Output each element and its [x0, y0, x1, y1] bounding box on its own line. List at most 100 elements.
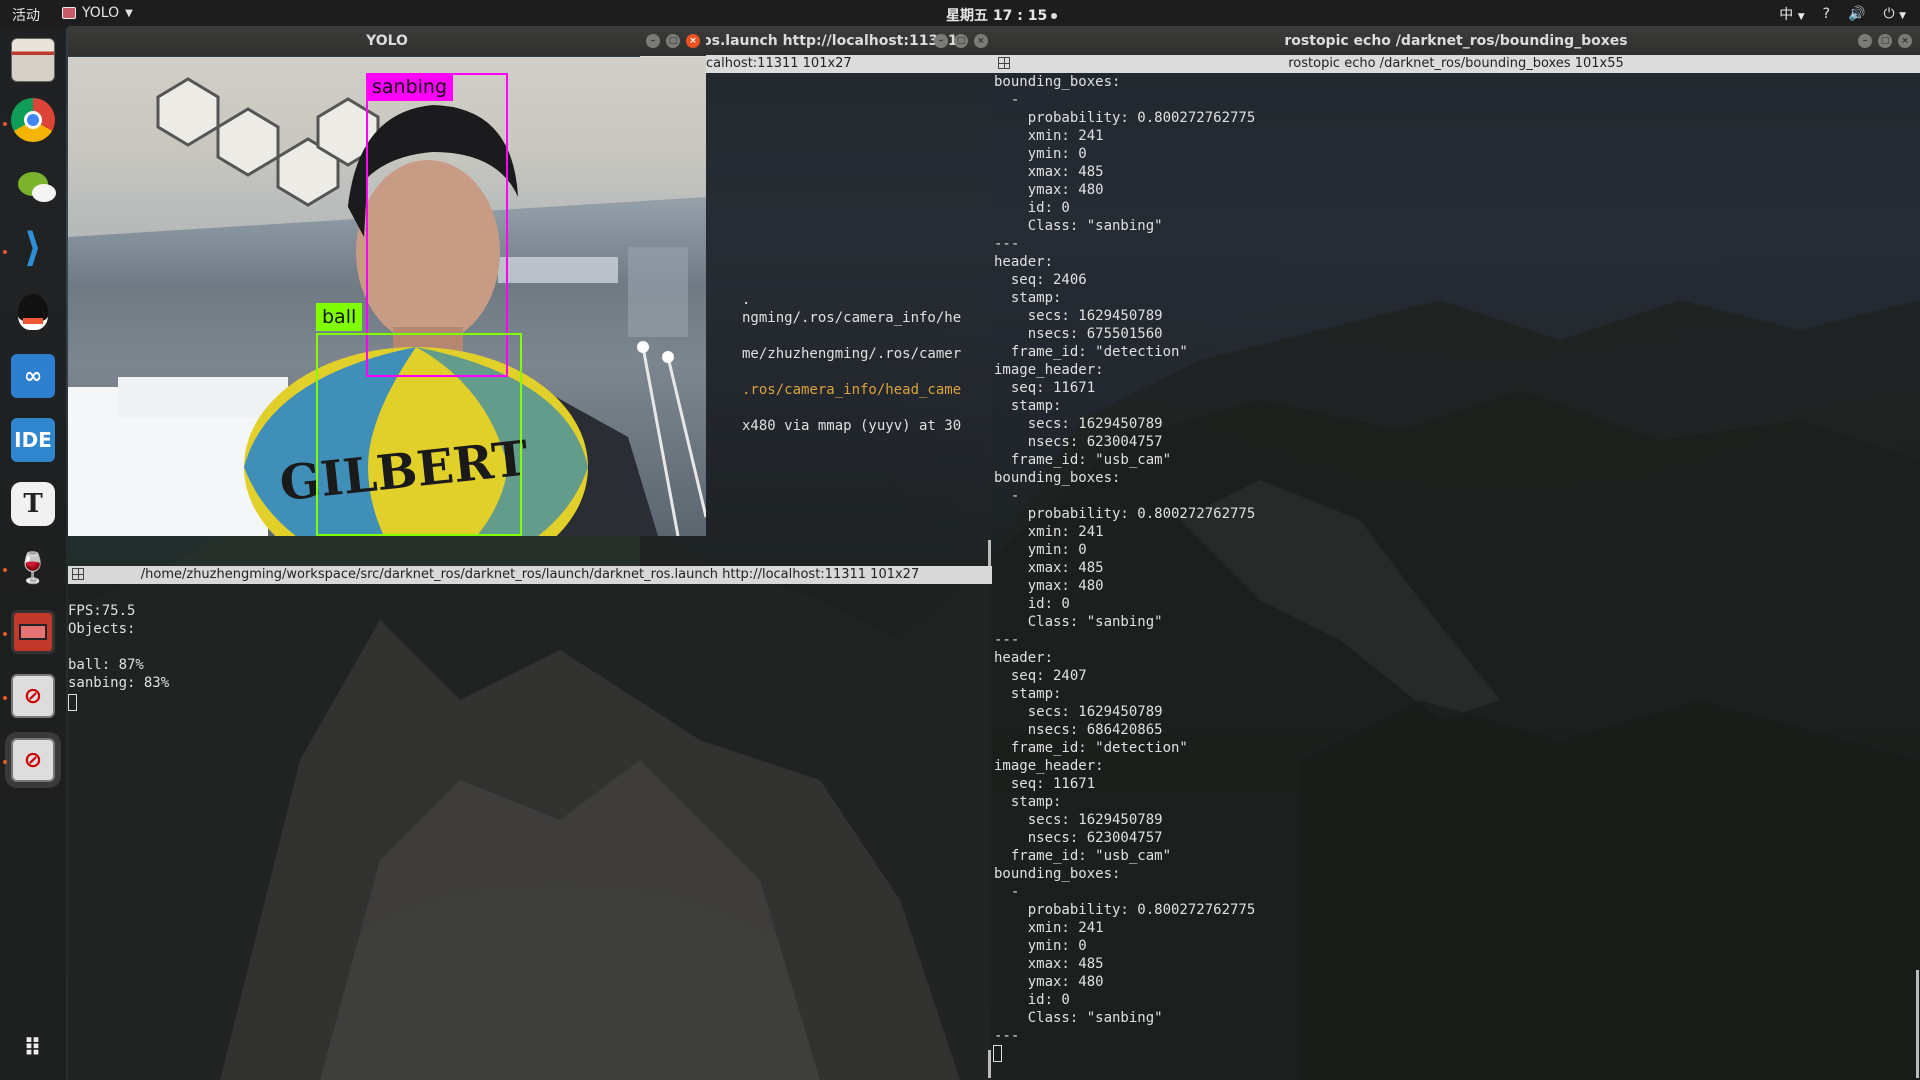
- terminal-line: x480 via mmap (yuyv) at 30: [742, 418, 962, 434]
- running-indicator: [3, 122, 7, 126]
- terminal-line: frame_id: "detection": [994, 344, 1188, 360]
- terminal-line: Class: "sanbing": [994, 218, 1163, 234]
- terminal-line: stamp:: [994, 686, 1062, 702]
- terminal-line: frame_id: "usb_cam": [994, 848, 1172, 864]
- terminal-line: Class: "sanbing": [994, 1010, 1163, 1026]
- yolo-window-titlebar[interactable]: YOLO – □ ×: [68, 26, 706, 56]
- terminal-line: header:: [994, 254, 1054, 270]
- terminal-line: secs: 1629450789: [994, 308, 1163, 324]
- echo-window-titlebar[interactable]: rostopic echo /darknet_ros/bounding_boxe…: [992, 26, 1920, 56]
- fps-terminal-tab-title: /home/zhuzhengming/workspace/src/darknet…: [140, 567, 920, 582]
- activities-button[interactable]: 活动: [12, 5, 40, 25]
- maximize-button[interactable]: □: [1878, 34, 1892, 48]
- terminal-line: xmax: 485: [994, 560, 1104, 576]
- notification-dot: [1051, 13, 1058, 19]
- terminal-line: seq: 2407: [994, 668, 1087, 684]
- terminal-line: ---: [994, 632, 1020, 648]
- detection-box-ball: [316, 333, 522, 536]
- terminal-line: bounding_boxes:: [994, 470, 1121, 486]
- typora-icon[interactable]: T: [11, 482, 55, 526]
- echo-terminal-tab[interactable]: rostopic echo /darknet_ros/bounding_boxe…: [992, 55, 1920, 73]
- qq-icon[interactable]: [11, 290, 55, 334]
- echo-window-title: rostopic echo /darknet_ros/bounding_boxe…: [1284, 33, 1628, 49]
- terminal-line: ymax: 480: [994, 578, 1104, 594]
- wine-icon[interactable]: 🍷: [11, 546, 55, 590]
- terminal-line: nsecs: 623004757: [994, 830, 1163, 846]
- terminal-line: bounding_boxes:: [994, 866, 1121, 882]
- terminal-line: frame_id: "detection": [994, 740, 1188, 756]
- terminal-line: FPS:75.5: [68, 603, 136, 619]
- close-button[interactable]: ×: [1898, 34, 1912, 48]
- terminal-line: probability: 0.800272762775: [994, 902, 1256, 918]
- terminal-line: id: 0: [994, 596, 1070, 612]
- minimize-button[interactable]: –: [1858, 34, 1872, 48]
- terminal-line: .: [742, 292, 751, 308]
- fps-terminal-tab[interactable]: /home/zhuzhengming/workspace/src/darknet…: [68, 566, 992, 584]
- blocked-app-icon-2[interactable]: ⊘: [11, 738, 55, 782]
- terminal-line: stamp:: [994, 290, 1062, 306]
- new-tab-icon[interactable]: [998, 57, 1010, 69]
- blocked-app-icon[interactable]: ⊘: [11, 674, 55, 718]
- app-grid-icon[interactable]: ⠿: [11, 1026, 55, 1070]
- minimize-button[interactable]: –: [646, 34, 660, 48]
- detection-label-ball: ball: [316, 303, 363, 331]
- terminal-cursor: [68, 694, 77, 711]
- terminal-line: nsecs: 623004757: [994, 434, 1163, 450]
- terminal-line: ymin: 0: [994, 146, 1087, 162]
- cloud-icon[interactable]: ∞: [11, 354, 55, 398]
- chrome-icon[interactable]: [11, 98, 55, 142]
- dock: ⟩ ∞ IDE T 🍷 ⊘ ⊘ ⠿: [0, 28, 66, 1080]
- terminal-line: seq: 11671: [994, 776, 1096, 792]
- terminal-line: me/zhuzhengming/.ros/camer: [742, 346, 962, 362]
- ide-icon[interactable]: IDE: [11, 418, 55, 462]
- terminal-line: secs: 1629450789: [994, 812, 1163, 828]
- terminal-line: probability: 0.800272762775: [994, 110, 1256, 126]
- terminal-line: image_header:: [994, 362, 1104, 378]
- detection-box-sanbing: [366, 73, 508, 377]
- terminal-line: probability: 0.800272762775: [994, 506, 1256, 522]
- app-menu[interactable]: YOLO ▼: [62, 5, 133, 21]
- echo-terminal-output[interactable]: bounding_boxes: - probability: 0.8002727…: [992, 73, 1920, 1080]
- input-method-label: 中: [1779, 7, 1794, 23]
- terminal-line: -: [994, 92, 1020, 108]
- terminal-line: seq: 2406: [994, 272, 1087, 288]
- scrollbar[interactable]: [1916, 970, 1919, 1078]
- running-indicator: [3, 250, 7, 254]
- help-icon[interactable]: ?: [1823, 6, 1830, 22]
- close-button[interactable]: ×: [974, 34, 988, 48]
- power-icon[interactable]: ⏻ ▼: [1884, 6, 1906, 22]
- terminal-line: Objects:: [68, 621, 136, 637]
- new-tab-icon[interactable]: [72, 568, 84, 580]
- terminal-line: -: [994, 884, 1020, 900]
- minimize-button[interactable]: –: [934, 34, 948, 48]
- terminal-line: ymax: 480: [994, 182, 1104, 198]
- camera-frame: GILBERT sanbing ball: [68, 57, 706, 536]
- close-button[interactable]: ×: [686, 34, 700, 48]
- maximize-button[interactable]: □: [666, 34, 680, 48]
- scrollbar[interactable]: [988, 1050, 991, 1078]
- terminal-line: xmin: 241: [994, 524, 1104, 540]
- scrollbar[interactable]: [988, 540, 991, 566]
- terminal-line: id: 0: [994, 200, 1070, 216]
- screen-recorder-icon[interactable]: [11, 610, 55, 654]
- input-method-indicator[interactable]: 中 ▼: [1779, 4, 1804, 24]
- wechat-icon[interactable]: [11, 162, 56, 206]
- maximize-button[interactable]: □: [954, 34, 968, 48]
- terminal-line: nsecs: 686420865: [994, 722, 1163, 738]
- fps-terminal-output[interactable]: FPS:75.5 Objects: ball: 87% sanbing: 83%: [68, 584, 992, 1080]
- clock[interactable]: 星期五 17 : 15: [946, 5, 1058, 25]
- vscode-icon[interactable]: ⟩: [11, 225, 55, 271]
- running-indicator: [3, 760, 7, 764]
- files-icon[interactable]: [11, 38, 55, 82]
- volume-icon[interactable]: 🔊: [1848, 6, 1865, 22]
